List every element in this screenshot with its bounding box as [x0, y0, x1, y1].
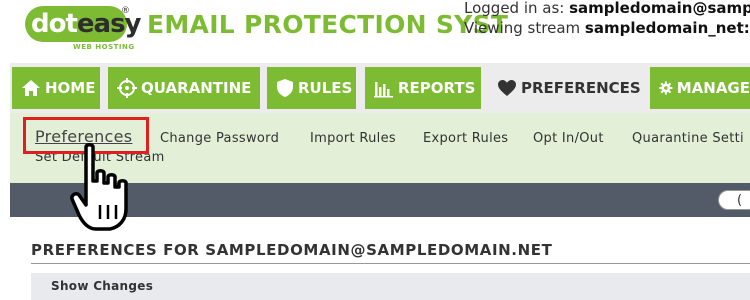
hand-pointer-icon	[70, 143, 128, 231]
tab-rules[interactable]: RULES	[267, 67, 356, 109]
logo-tagline: WEB HOSTING	[73, 43, 135, 51]
page-title: PREFERENCES FOR SAMPLEDOMAIN@SAMPLEDOMAI…	[31, 241, 553, 259]
subnav-change-password[interactable]: Change Password	[160, 131, 279, 146]
tab-preferences[interactable]: PREFERENCES	[488, 67, 643, 109]
subnav-export-rules[interactable]: Export Rules	[423, 131, 508, 146]
title-divider	[31, 263, 750, 264]
tab-reports-label: REPORTS	[398, 79, 476, 97]
logo-registered-mark: ®	[121, 6, 130, 16]
crosshair-icon	[117, 78, 137, 98]
app-title: EMAIL PROTECTION SYST	[147, 10, 509, 39]
home-icon	[22, 80, 40, 96]
subnav-opt-in-out[interactable]: Opt In/Out	[533, 131, 604, 146]
main-nav: HOME QUARANTINE RULES REPORTS PREFERENCE…	[10, 63, 750, 113]
gear-icon	[659, 81, 673, 95]
toolbar-pill-button[interactable]: (	[718, 190, 750, 210]
logged-in-line: Logged in as: sampledomain@samp	[464, 0, 750, 17]
tab-preferences-label: PREFERENCES	[521, 79, 641, 97]
tab-home[interactable]: HOME	[12, 67, 100, 109]
tab-home-label: HOME	[45, 79, 96, 97]
tab-rules-label: RULES	[298, 79, 353, 97]
subnav-import-rules[interactable]: Import Rules	[310, 131, 396, 146]
show-changes-label: Show Changes	[51, 279, 154, 293]
bar-chart-icon	[374, 82, 393, 98]
subnav-quarantine-settings[interactable]: Quarantine Setti	[632, 131, 744, 146]
shield-icon	[277, 79, 293, 97]
tab-quarantine[interactable]: QUARANTINE	[108, 67, 260, 109]
tab-manage[interactable]: MANAGE	[650, 67, 750, 109]
tab-quarantine-label: QUARANTINE	[141, 79, 252, 97]
tab-manage-label: MANAGE	[676, 79, 750, 97]
viewing-stream-line: Viewing stream sampledomain_net:defa	[464, 19, 750, 37]
heart-icon	[498, 80, 516, 96]
login-info: Logged in as: sampledomain@samp Viewing …	[464, 0, 750, 38]
show-changes-bar[interactable]: Show Changes	[31, 273, 750, 300]
doteasy-logo[interactable]: doteasy ® WEB HOSTING	[25, 6, 142, 54]
tab-reports[interactable]: REPORTS	[365, 67, 481, 109]
